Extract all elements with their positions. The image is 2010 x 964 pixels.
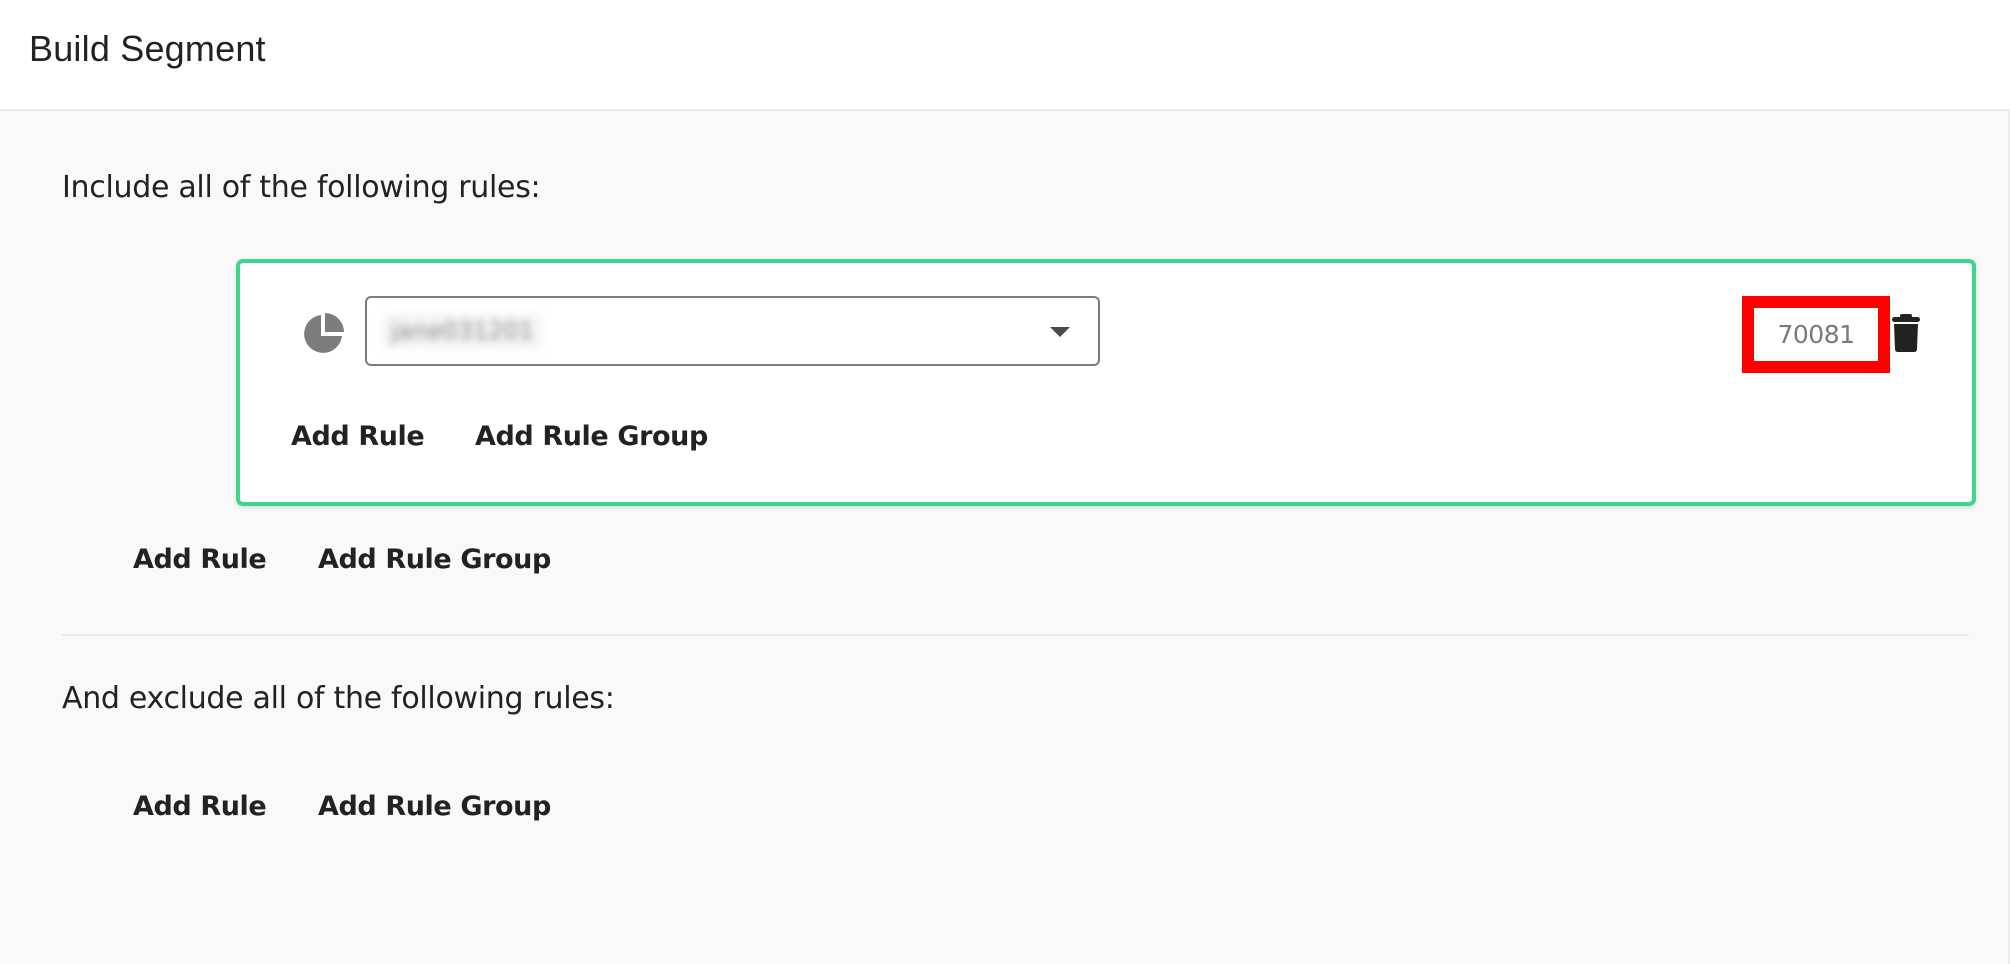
exclude-add-rule-button[interactable]: Add Rule xyxy=(133,791,267,823)
exclude-section-label: And exclude all of the following rules: xyxy=(62,681,615,716)
include-section-label: Include all of the following rules: xyxy=(62,170,541,205)
segment-select-value: jane031201 xyxy=(383,314,542,348)
include-rule-group-card: jane031201 70081 Add Rule Add Rule Group xyxy=(236,259,1976,506)
segment-select[interactable]: jane031201 xyxy=(365,296,1100,366)
include-add-rule-button[interactable]: Add Rule xyxy=(133,544,267,576)
chevron-down-icon[interactable] xyxy=(1050,327,1070,337)
segment-count-field: 70081 xyxy=(1742,296,1890,373)
page-title: Build Segment xyxy=(29,28,266,69)
exclude-add-rule-group-button[interactable]: Add Rule Group xyxy=(318,791,551,823)
pie-chart-icon xyxy=(304,313,344,353)
page-header: Build Segment xyxy=(0,0,2010,111)
include-add-rule-group-button[interactable]: Add Rule Group xyxy=(318,544,551,576)
trash-icon[interactable] xyxy=(1891,313,1921,353)
card-add-rule-button[interactable]: Add Rule xyxy=(291,421,425,453)
card-add-rule-group-button[interactable]: Add Rule Group xyxy=(475,421,708,453)
section-divider xyxy=(62,634,1969,636)
